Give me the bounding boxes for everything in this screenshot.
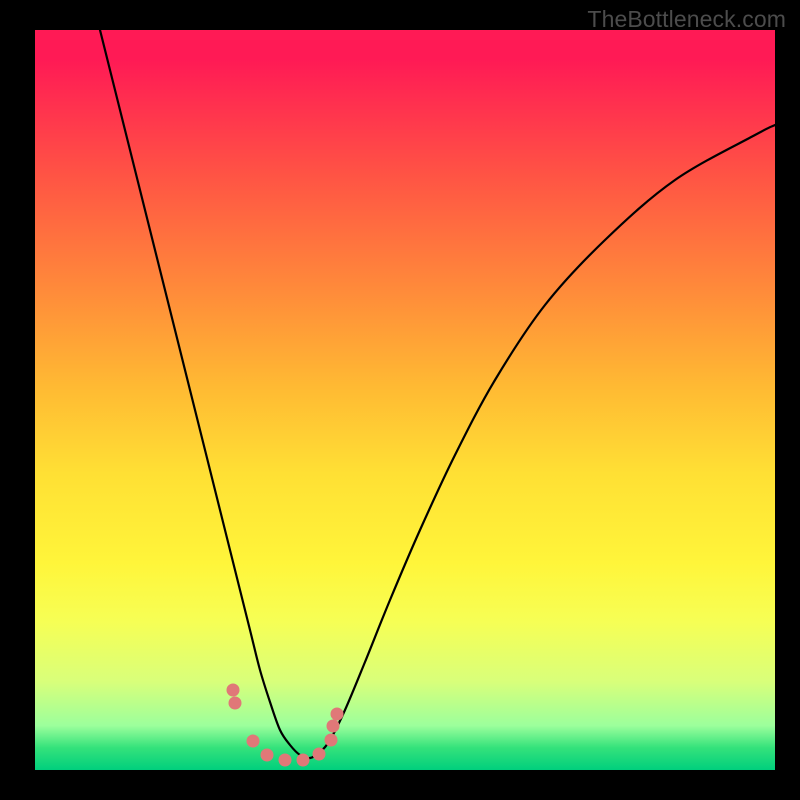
curve-marker — [313, 748, 325, 760]
curve-marker — [261, 749, 273, 761]
chart-frame: TheBottleneck.com — [0, 0, 800, 800]
plot-area — [35, 30, 775, 770]
curve-marker — [247, 735, 259, 747]
curve-marker — [327, 720, 339, 732]
curve-marker — [331, 708, 343, 720]
curve-markers — [227, 684, 343, 766]
curve-svg — [35, 30, 775, 770]
watermark-text: TheBottleneck.com — [587, 6, 786, 33]
curve-marker — [279, 754, 291, 766]
curve-marker — [325, 734, 337, 746]
curve-marker — [297, 754, 309, 766]
curve-marker — [229, 697, 241, 709]
bottleneck-curve — [100, 30, 775, 758]
curve-marker — [227, 684, 239, 696]
